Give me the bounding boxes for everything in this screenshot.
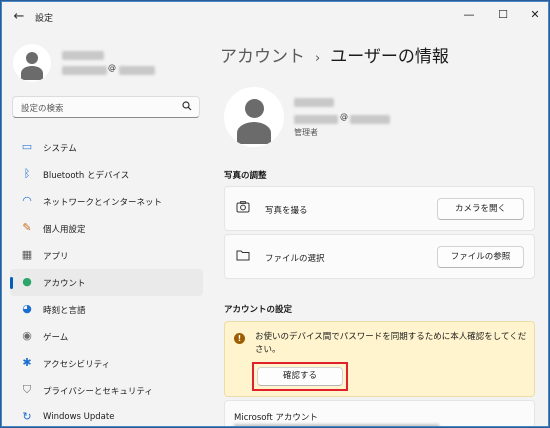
close-button[interactable]: ✕ (522, 5, 548, 25)
sidebar-user-card[interactable]: @ (13, 44, 203, 84)
sidebar-item-label: Bluetooth とデバイス (43, 171, 130, 181)
person-icon: ● (22, 275, 32, 288)
shield-icon: ⛉ (22, 383, 32, 396)
sidebar-item-5[interactable]: ● アカウント (10, 269, 203, 296)
globe-clock-icon: ◕ (22, 302, 32, 315)
minimize-button[interactable]: — (456, 5, 482, 25)
verify-identity-alert: ! お使いのデバイス間でパスワードを同期するために本人確認をしてください。 確認… (224, 321, 535, 397)
gamepad-icon: ◉ (22, 329, 32, 342)
sidebar-item-label: ゲーム (43, 333, 69, 343)
sidebar-nav: ▭ システム ᛒ Bluetooth とデバイス ◠ ネットワークとインターネット ✎ 個人用… (10, 134, 203, 426)
title-bar: ← 設定 — ☐ ✕ (2, 2, 548, 32)
sidebar-item-0[interactable]: ▭ システム (10, 134, 203, 161)
sidebar-item-1[interactable]: ᛒ Bluetooth とデバイス (10, 161, 203, 188)
profile-email-redacted (294, 115, 338, 124)
sidebar-item-2[interactable]: ◠ ネットワークとインターネット (10, 188, 203, 215)
photo-section-title: 写真の調整 (224, 171, 267, 181)
sidebar-item-label: 時刻と言語 (43, 306, 86, 316)
avatar-icon (13, 44, 51, 82)
profile-avatar-icon (224, 87, 284, 147)
browse-files-button[interactable]: ファイルの参照 (437, 246, 524, 268)
active-indicator (10, 277, 13, 289)
sidebar-item-label: Windows Update (43, 412, 115, 422)
sidebar-item-10[interactable]: ↻ Windows Update (10, 404, 203, 426)
warning-icon: ! (234, 333, 245, 344)
sidebar-item-9[interactable]: ⛉ プライバシーとセキュリティ (10, 377, 203, 404)
breadcrumb-separator: › (315, 51, 321, 66)
open-camera-button[interactable]: カメラを開く (437, 198, 524, 220)
choose-file-label: ファイルの選択 (265, 254, 325, 264)
search-icon[interactable] (182, 101, 192, 114)
settings-window: ← 設定 — ☐ ✕ @ 設定の検索 ▭ システム ᛒ Bluetooth とデバイス… (1, 1, 549, 427)
breadcrumb: アカウント › ユーザーの情報 (220, 42, 449, 67)
brush-icon: ✎ (22, 221, 32, 234)
sidebar-item-label: ネットワークとインターネット (43, 198, 163, 208)
take-photo-row: 写真を撮る カメラを開く (224, 186, 535, 231)
profile-email-domain-redacted (350, 115, 390, 124)
page-title: ユーザーの情報 (330, 47, 449, 67)
maximize-button[interactable]: ☐ (490, 5, 516, 25)
bluetooth-icon: ᛒ (23, 167, 31, 180)
email-at-sign: @ (340, 112, 348, 121)
sidebar-item-4[interactable]: ▦ アプリ (10, 242, 203, 269)
apps-icon: ▦ (21, 248, 33, 261)
email-at-sign: @ (108, 63, 116, 72)
sidebar-item-3[interactable]: ✎ 個人用設定 (10, 215, 203, 242)
user-email-redacted (62, 66, 107, 75)
back-button[interactable]: ← (10, 8, 28, 26)
search-box[interactable]: 設定の検索 (12, 96, 200, 118)
sidebar-item-label: 個人用設定 (43, 225, 86, 235)
display-icon: ▭ (21, 140, 33, 153)
microsoft-account-title: Microsoft アカウント (234, 413, 318, 423)
breadcrumb-parent[interactable]: アカウント (220, 47, 305, 67)
account-settings-title: アカウントの設定 (224, 305, 293, 315)
take-photo-label: 写真を撮る (265, 206, 308, 216)
profile-name-redacted (294, 98, 334, 107)
update-icon: ↻ (22, 410, 32, 423)
sidebar-item-label: アクセシビリティ (43, 360, 111, 370)
sidebar-item-6[interactable]: ◕ 時刻と言語 (10, 296, 203, 323)
sidebar-item-7[interactable]: ◉ ゲーム (10, 323, 203, 350)
alert-message: お使いのデバイス間でパスワードを同期するために本人確認をしてください。 (255, 332, 527, 355)
accessibility-icon: ✱ (22, 356, 32, 369)
user-name-redacted (62, 51, 104, 60)
sidebar-item-label: アプリ (43, 252, 69, 262)
sidebar-item-label: システム (43, 144, 77, 154)
app-title: 設定 (35, 14, 54, 24)
verify-button[interactable]: 確認する (257, 367, 343, 386)
folder-icon (235, 249, 251, 263)
wifi-icon: ◠ (22, 194, 32, 207)
user-role: 管理者 (294, 128, 318, 137)
sidebar-item-8[interactable]: ✱ アクセシビリティ (10, 350, 203, 377)
microsoft-account-row[interactable]: Microsoft アカウント (224, 400, 535, 426)
microsoft-account-description-redacted (234, 424, 439, 426)
camera-icon (235, 201, 251, 215)
sidebar-item-label: アカウント (43, 279, 86, 289)
user-email-domain-redacted (119, 66, 155, 75)
search-input[interactable]: 設定の検索 (21, 102, 64, 114)
choose-file-row: ファイルの選択 ファイルの参照 (224, 234, 535, 279)
sidebar-item-label: プライバシーとセキュリティ (43, 387, 153, 397)
